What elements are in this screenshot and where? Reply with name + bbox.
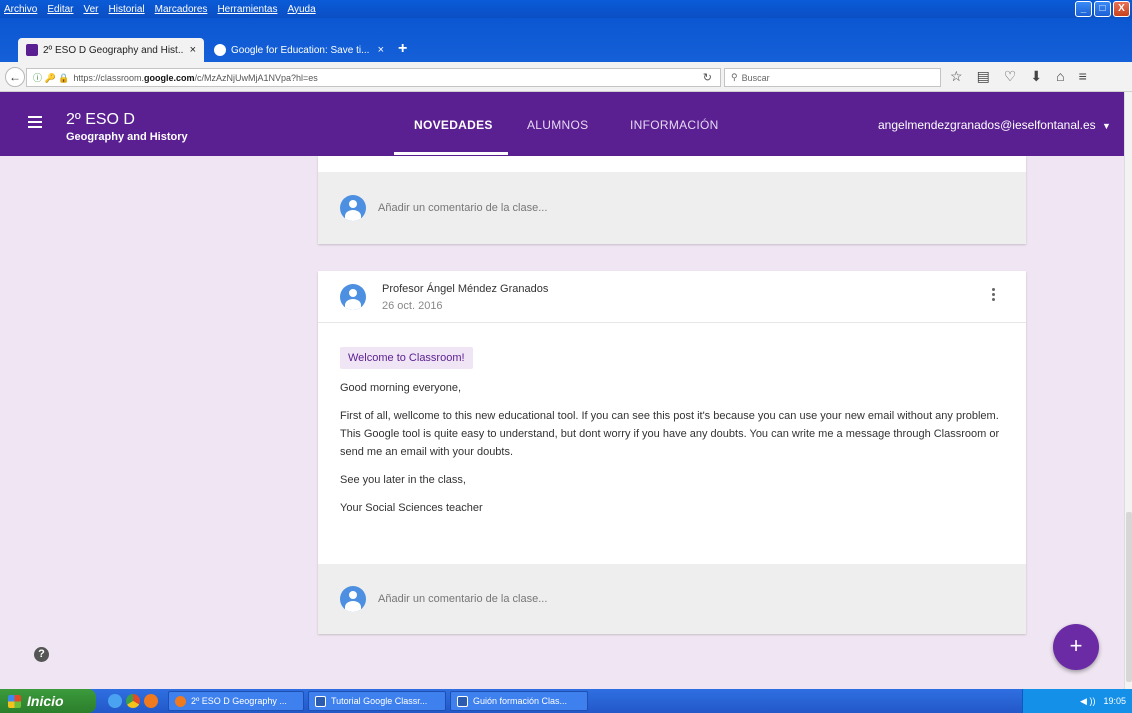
download-icon[interactable]: ⬇	[1030, 68, 1042, 85]
hamburger-menu-icon[interactable]	[28, 116, 42, 128]
menu-herramientas[interactable]: Herramientas	[217, 4, 277, 15]
taskbar: Inicio 2º ESO D Geography ... Tutorial G…	[0, 689, 1132, 713]
menu-ver[interactable]: Ver	[83, 4, 98, 15]
url-prefix: https://classroom.	[73, 72, 144, 83]
class-comment-row[interactable]: Añadir un comentario de la clase...	[318, 564, 1026, 634]
close-window-button[interactable]: X	[1113, 1, 1130, 17]
search-placeholder: Buscar	[741, 72, 770, 83]
address-bar[interactable]: ⓘ 🔑 🔒 https://classroom. google.com/c/MzA…	[26, 68, 721, 87]
chrome-icon[interactable]	[126, 694, 140, 708]
minimize-button[interactable]: _	[1075, 1, 1092, 17]
page-scrollbar[interactable]	[1124, 92, 1132, 689]
taskbar-item-word-guion[interactable]: Guión formación Clas...	[450, 691, 588, 711]
lock-icon: ⓘ 🔑 🔒	[33, 73, 70, 83]
search-icon: ⚲	[731, 72, 738, 82]
toolbar-icons: ☆ ▤ ♡ ⬇ ⌂ ≡	[950, 68, 1087, 85]
post-paragraph: First of all, wellcome to this new educa…	[340, 410, 1000, 458]
firefox-icon[interactable]	[144, 694, 158, 708]
tab-strip: 2º ESO D Geography and Hist... × Google …	[0, 18, 1132, 62]
start-button[interactable]: Inicio	[0, 689, 96, 713]
new-tab-button[interactable]: +	[398, 40, 407, 58]
help-icon[interactable]: ?	[34, 647, 49, 662]
avatar	[340, 586, 366, 612]
clock: 19:05	[1103, 696, 1126, 706]
menu-archivo[interactable]: Archivo	[4, 4, 37, 15]
menu-bar: Archivo Editar Ver Historial Marcadores …	[0, 0, 1132, 18]
tab-title: 2º ESO D Geography and Hist...	[43, 44, 184, 56]
bookmark-star-icon[interactable]: ☆	[950, 68, 963, 85]
task-label: Tutorial Google Classr...	[331, 696, 428, 706]
system-tray: ◀ )) 19:05	[1022, 689, 1132, 713]
windows-logo-icon	[8, 694, 21, 708]
tab-informacion[interactable]: INFORMACIÓN	[630, 118, 719, 132]
post-paragraph: See you later in the class,	[340, 474, 466, 486]
tab-title: Google for Education: Save ti...	[231, 44, 370, 56]
menu-historial[interactable]: Historial	[109, 4, 145, 15]
comment-input[interactable]: Añadir un comentario de la clase...	[378, 593, 547, 605]
post-card: Profesor Ángel Méndez Granados 26 oct. 2…	[318, 271, 1026, 634]
class-name: 2º ESO D	[66, 111, 135, 128]
firefox-icon	[175, 695, 186, 707]
reload-icon[interactable]: ↻	[703, 71, 712, 84]
pocket-icon[interactable]: ♡	[1004, 68, 1017, 85]
class-comment-row[interactable]: Añadir un comentario de la clase...	[318, 172, 1026, 244]
post-paragraph: Your Social Sciences teacher	[340, 502, 483, 514]
url-suffix: /c/MzAzNjUwMjA1NVpa?hl=es	[194, 72, 318, 83]
post-author: Profesor Ángel Méndez Granados	[382, 283, 549, 295]
active-tab-indicator	[394, 152, 508, 155]
avatar	[340, 284, 366, 310]
scrollbar-thumb[interactable]	[1126, 512, 1132, 682]
tab-alumnos[interactable]: ALUMNOS	[527, 118, 588, 132]
classroom-header: 2º ESO D Geography and History NOVEDADES…	[0, 92, 1124, 156]
task-label: Guión formación Clas...	[473, 696, 568, 706]
post-date: 26 oct. 2016	[382, 300, 443, 312]
previous-post-card: Añadir un comentario de la clase...	[318, 156, 1026, 244]
post-paragraph: Good morning everyone,	[340, 382, 462, 394]
dropdown-arrow-icon: ▼	[1102, 121, 1111, 131]
navigation-bar: ← ⓘ 🔑 🔒 https://classroom. google.com/c/M…	[0, 62, 1132, 92]
menu-marcadores[interactable]: Marcadores	[155, 4, 208, 15]
menu-icon[interactable]: ≡	[1079, 68, 1087, 85]
menu-ayuda[interactable]: Ayuda	[287, 4, 315, 15]
account-menu[interactable]: angelmendezgranados@ieselfontanal.es ▼	[878, 118, 1111, 132]
more-options-icon[interactable]	[992, 288, 996, 303]
volume-icon[interactable]: ◀ ))	[1080, 696, 1095, 707]
post-body: Welcome to Classroom! Good morning every…	[318, 323, 1026, 564]
search-input[interactable]: ⚲ Buscar	[724, 68, 941, 87]
classroom-favicon-icon	[26, 44, 38, 56]
word-icon	[315, 695, 326, 707]
word-icon	[457, 695, 468, 707]
window-controls: _ □ X	[1075, 1, 1130, 17]
maximize-button[interactable]: □	[1094, 1, 1111, 17]
ie-icon[interactable]	[108, 694, 122, 708]
home-icon[interactable]: ⌂	[1056, 68, 1064, 85]
url-domain: google.com	[143, 72, 195, 83]
quick-launch	[108, 694, 158, 708]
taskbar-item-firefox[interactable]: 2º ESO D Geography ...	[168, 691, 304, 711]
taskbar-item-word-tutorial[interactable]: Tutorial Google Classr...	[308, 691, 446, 711]
post-title: Welcome to Classroom!	[340, 347, 473, 369]
browser-tab-classroom[interactable]: 2º ESO D Geography and Hist... ×	[18, 38, 204, 62]
post-header: Profesor Ángel Méndez Granados 26 oct. 2…	[318, 271, 1026, 323]
class-subject: Geography and History	[66, 131, 188, 143]
google-favicon-icon	[214, 44, 226, 56]
tab-close-icon[interactable]: ×	[190, 44, 196, 56]
tab-novedades[interactable]: NOVEDADES	[414, 118, 493, 132]
menu-editar[interactable]: Editar	[47, 4, 73, 15]
tab-close-icon[interactable]: ×	[378, 44, 384, 56]
browser-tab-google-education[interactable]: Google for Education: Save ti... ×	[206, 38, 392, 62]
start-label: Inicio	[27, 693, 64, 709]
back-arrow-icon[interactable]: ←	[5, 67, 25, 87]
avatar	[340, 195, 366, 221]
task-label: 2º ESO D Geography ...	[191, 696, 287, 706]
account-email: angelmendezgranados@ieselfontanal.es	[878, 118, 1096, 132]
add-button[interactable]: +	[1053, 624, 1099, 670]
reading-list-icon[interactable]: ▤	[977, 68, 990, 85]
comment-input[interactable]: Añadir un comentario de la clase...	[378, 202, 547, 214]
